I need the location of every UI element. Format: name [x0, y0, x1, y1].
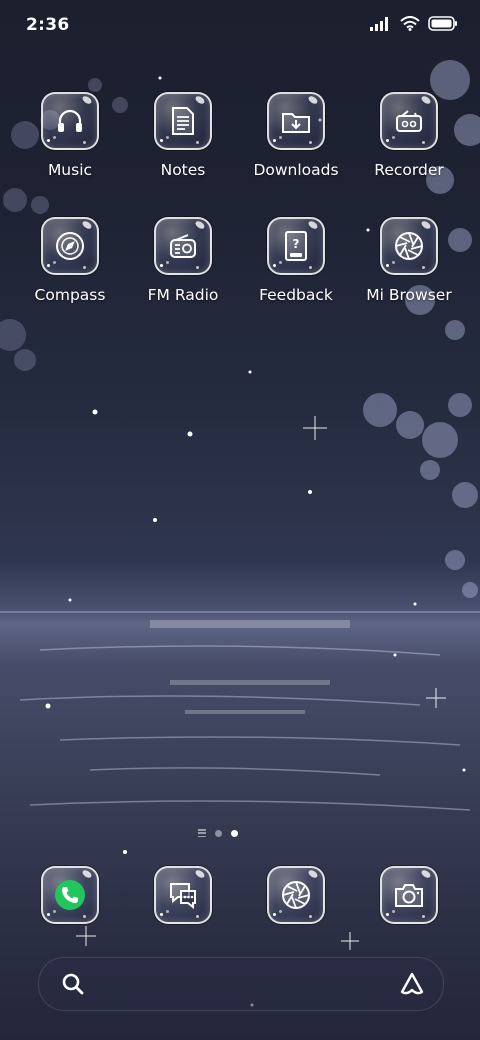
- app-label: Mi Browser: [366, 286, 452, 304]
- app-tile[interactable]: [380, 866, 438, 924]
- app-tile[interactable]: [154, 866, 212, 924]
- headphones-icon: [58, 109, 82, 132]
- svg-text:?: ?: [293, 237, 300, 251]
- page-dot-active: [231, 829, 238, 837]
- status-bar: 2:36: [0, 0, 480, 52]
- browser-aperture-icon: [395, 232, 423, 260]
- app-tile[interactable]: [380, 92, 438, 150]
- messages-icon: [170, 883, 196, 910]
- app-label: Recorder: [374, 161, 444, 179]
- assistant-icon[interactable]: [399, 971, 425, 997]
- app-tile[interactable]: [154, 92, 212, 150]
- search-bar[interactable]: [38, 957, 444, 1011]
- browser-aperture-icon: [282, 881, 310, 909]
- app-tile[interactable]: [267, 92, 325, 150]
- app-label: FM Radio: [147, 286, 219, 304]
- app-label: Feedback: [259, 286, 333, 304]
- wifi-icon: [400, 16, 420, 31]
- dock-phone[interactable]: [14, 866, 126, 924]
- camera-icon: [395, 884, 423, 907]
- recorder-icon: [396, 110, 422, 132]
- dock-browser[interactable]: [240, 866, 352, 924]
- compass-icon: [56, 232, 84, 260]
- status-time: 2:36: [26, 15, 70, 35]
- feedback-icon: ?: [285, 231, 307, 261]
- status-icons: [370, 16, 458, 31]
- dock-camera[interactable]: [353, 866, 465, 924]
- phone-icon: [55, 880, 85, 910]
- app-tile[interactable]: ?: [267, 217, 325, 275]
- app-tile[interactable]: [380, 217, 438, 275]
- app-label: Music: [47, 161, 93, 179]
- app-label: Notes: [160, 161, 206, 179]
- dock-messages[interactable]: [127, 866, 239, 924]
- app-downloads[interactable]: Downloads: [240, 92, 352, 179]
- app-tile[interactable]: [154, 217, 212, 275]
- app-label: Downloads: [253, 161, 339, 179]
- app-notes[interactable]: Notes: [127, 92, 239, 179]
- download-folder-icon: [282, 113, 310, 133]
- battery-icon: [428, 16, 457, 31]
- radio-icon: [170, 234, 196, 258]
- signal-icon: [370, 16, 388, 31]
- app-fm-radio[interactable]: FM Radio: [127, 217, 239, 304]
- app-tile[interactable]: [41, 92, 99, 150]
- app-music[interactable]: Music: [14, 92, 126, 179]
- app-mi-browser[interactable]: Mi Browser: [353, 217, 465, 304]
- app-tile[interactable]: [41, 217, 99, 275]
- app-recorder[interactable]: Recorder: [353, 92, 465, 179]
- search-icon[interactable]: [61, 972, 85, 996]
- page-indicator: [198, 829, 238, 837]
- app-tile[interactable]: [41, 866, 99, 924]
- page-dot: [215, 829, 222, 837]
- app-compass[interactable]: Compass: [14, 217, 126, 304]
- app-label: Compass: [34, 286, 106, 304]
- app-feedback[interactable]: ? Feedback: [240, 217, 352, 304]
- page-list-indicator: [198, 829, 206, 837]
- app-tile[interactable]: [267, 866, 325, 924]
- notes-icon: [172, 107, 194, 135]
